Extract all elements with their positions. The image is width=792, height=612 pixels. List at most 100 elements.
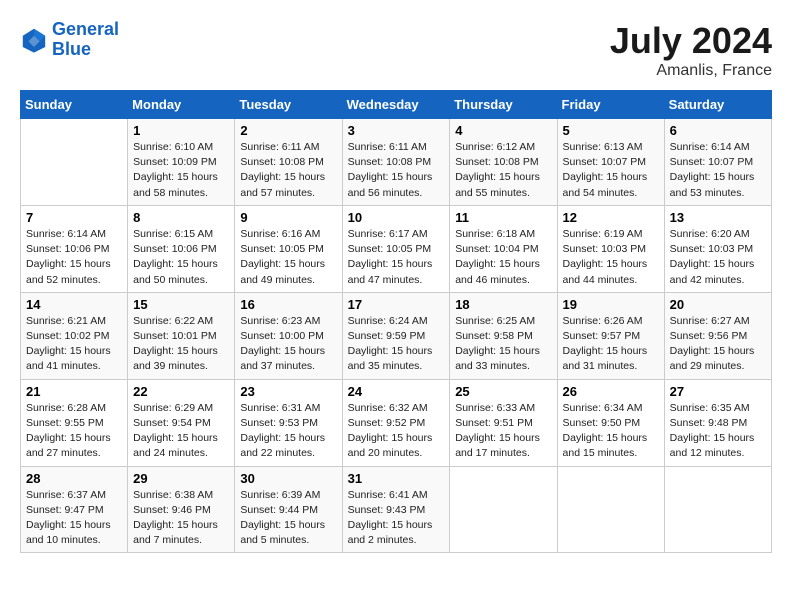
calendar-cell: 3 Sunrise: 6:11 AM Sunset: 10:08 PM Dayli…: [342, 119, 450, 206]
calendar-cell: 23Sunrise: 6:31 AM Sunset: 9:53 PM Dayli…: [235, 379, 342, 466]
logo: GeneralBlue: [20, 20, 119, 60]
day-number: 1: [133, 123, 229, 138]
day-info: Sunrise: 6:15 AM Sunset: 10:06 PM Daylig…: [133, 227, 229, 288]
day-number: 10: [348, 210, 445, 225]
day-info: Sunrise: 6:14 AM Sunset: 10:07 PM Daylig…: [670, 140, 766, 201]
day-number: 3: [348, 123, 445, 138]
day-info: Sunrise: 6:28 AM Sunset: 9:55 PM Dayligh…: [26, 401, 122, 462]
day-info: Sunrise: 6:18 AM Sunset: 10:04 PM Daylig…: [455, 227, 551, 288]
calendar-cell: 25Sunrise: 6:33 AM Sunset: 9:51 PM Dayli…: [450, 379, 557, 466]
day-info: Sunrise: 6:21 AM Sunset: 10:02 PM Daylig…: [26, 314, 122, 375]
calendar-cell: [450, 466, 557, 553]
day-number: 14: [26, 297, 122, 312]
day-number: 21: [26, 384, 122, 399]
calendar-cell: [557, 466, 664, 553]
day-number: 24: [348, 384, 445, 399]
page-header: GeneralBlue July 2024 Amanlis, France: [20, 20, 772, 80]
calendar-table: SundayMondayTuesdayWednesdayThursdayFrid…: [20, 90, 772, 553]
day-info: Sunrise: 6:32 AM Sunset: 9:52 PM Dayligh…: [348, 401, 445, 462]
calendar-cell: 10 Sunrise: 6:17 AM Sunset: 10:05 PM Dayl…: [342, 205, 450, 292]
day-number: 15: [133, 297, 229, 312]
header-sunday: Sunday: [21, 91, 128, 119]
logo-icon: [20, 26, 48, 54]
month-title: July 2024: [610, 20, 772, 62]
day-number: 16: [240, 297, 336, 312]
day-number: 20: [670, 297, 766, 312]
calendar-cell: [21, 119, 128, 206]
title-block: July 2024 Amanlis, France: [610, 20, 772, 80]
day-info: Sunrise: 6:12 AM Sunset: 10:08 PM Daylig…: [455, 140, 551, 201]
day-number: 8: [133, 210, 229, 225]
calendar-cell: 6 Sunrise: 6:14 AM Sunset: 10:07 PM Dayli…: [664, 119, 771, 206]
day-number: 17: [348, 297, 445, 312]
day-info: Sunrise: 6:25 AM Sunset: 9:58 PM Dayligh…: [455, 314, 551, 375]
calendar-cell: 30Sunrise: 6:39 AM Sunset: 9:44 PM Dayli…: [235, 466, 342, 553]
day-info: Sunrise: 6:19 AM Sunset: 10:03 PM Daylig…: [563, 227, 659, 288]
day-info: Sunrise: 6:26 AM Sunset: 9:57 PM Dayligh…: [563, 314, 659, 375]
day-info: Sunrise: 6:34 AM Sunset: 9:50 PM Dayligh…: [563, 401, 659, 462]
week-row-1: 7 Sunrise: 6:14 AM Sunset: 10:06 PM Dayli…: [21, 205, 772, 292]
calendar-cell: 28 Sunrise: 6:37 AM Sunset: 9:47 PM Dayli…: [21, 466, 128, 553]
day-number: 19: [563, 297, 659, 312]
calendar-cell: 17 Sunrise: 6:24 AM Sunset: 9:59 PM Dayli…: [342, 292, 450, 379]
day-info: Sunrise: 6:14 AM Sunset: 10:06 PM Daylig…: [26, 227, 122, 288]
day-number: 2: [240, 123, 336, 138]
header-wednesday: Wednesday: [342, 91, 450, 119]
day-number: 4: [455, 123, 551, 138]
header-saturday: Saturday: [664, 91, 771, 119]
day-number: 7: [26, 210, 122, 225]
day-info: Sunrise: 6:11 AM Sunset: 10:08 PM Daylig…: [240, 140, 336, 201]
week-row-4: 28 Sunrise: 6:37 AM Sunset: 9:47 PM Dayli…: [21, 466, 772, 553]
calendar-cell: 4 Sunrise: 6:12 AM Sunset: 10:08 PM Dayli…: [450, 119, 557, 206]
calendar-cell: 16Sunrise: 6:23 AM Sunset: 10:00 PM Dayl…: [235, 292, 342, 379]
week-row-2: 14 Sunrise: 6:21 AM Sunset: 10:02 PM Dayl…: [21, 292, 772, 379]
calendar-cell: 18 Sunrise: 6:25 AM Sunset: 9:58 PM Dayli…: [450, 292, 557, 379]
day-number: 22: [133, 384, 229, 399]
day-info: Sunrise: 6:24 AM Sunset: 9:59 PM Dayligh…: [348, 314, 445, 375]
header-friday: Friday: [557, 91, 664, 119]
calendar-cell: 5Sunrise: 6:13 AM Sunset: 10:07 PM Dayli…: [557, 119, 664, 206]
day-number: 13: [670, 210, 766, 225]
day-info: Sunrise: 6:13 AM Sunset: 10:07 PM Daylig…: [563, 140, 659, 201]
day-info: Sunrise: 6:11 AM Sunset: 10:08 PM Daylig…: [348, 140, 445, 201]
day-info: Sunrise: 6:16 AM Sunset: 10:05 PM Daylig…: [240, 227, 336, 288]
calendar-cell: 31 Sunrise: 6:41 AM Sunset: 9:43 PM Dayli…: [342, 466, 450, 553]
day-info: Sunrise: 6:37 AM Sunset: 9:47 PM Dayligh…: [26, 488, 122, 549]
calendar-cell: 20 Sunrise: 6:27 AM Sunset: 9:56 PM Dayli…: [664, 292, 771, 379]
week-row-3: 21 Sunrise: 6:28 AM Sunset: 9:55 PM Dayli…: [21, 379, 772, 466]
day-info: Sunrise: 6:29 AM Sunset: 9:54 PM Dayligh…: [133, 401, 229, 462]
day-info: Sunrise: 6:20 AM Sunset: 10:03 PM Daylig…: [670, 227, 766, 288]
header-thursday: Thursday: [450, 91, 557, 119]
day-number: 30: [240, 471, 336, 486]
location: Amanlis, France: [610, 62, 772, 80]
calendar-cell: 9 Sunrise: 6:16 AM Sunset: 10:05 PM Dayli…: [235, 205, 342, 292]
day-number: 29: [133, 471, 229, 486]
day-number: 28: [26, 471, 122, 486]
header-row: SundayMondayTuesdayWednesdayThursdayFrid…: [21, 91, 772, 119]
calendar-cell: 24 Sunrise: 6:32 AM Sunset: 9:52 PM Dayli…: [342, 379, 450, 466]
calendar-cell: 1 Sunrise: 6:10 AM Sunset: 10:09 PM Dayli…: [128, 119, 235, 206]
day-number: 9: [240, 210, 336, 225]
day-number: 12: [563, 210, 659, 225]
calendar-cell: 27Sunrise: 6:35 AM Sunset: 9:48 PM Dayli…: [664, 379, 771, 466]
calendar-cell: 7 Sunrise: 6:14 AM Sunset: 10:06 PM Dayli…: [21, 205, 128, 292]
day-number: 27: [670, 384, 766, 399]
day-info: Sunrise: 6:27 AM Sunset: 9:56 PM Dayligh…: [670, 314, 766, 375]
calendar-cell: [664, 466, 771, 553]
day-number: 11: [455, 210, 551, 225]
day-number: 31: [348, 471, 445, 486]
header-monday: Monday: [128, 91, 235, 119]
day-info: Sunrise: 6:31 AM Sunset: 9:53 PM Dayligh…: [240, 401, 336, 462]
calendar-cell: 22 Sunrise: 6:29 AM Sunset: 9:54 PM Dayli…: [128, 379, 235, 466]
day-info: Sunrise: 6:17 AM Sunset: 10:05 PM Daylig…: [348, 227, 445, 288]
day-info: Sunrise: 6:10 AM Sunset: 10:09 PM Daylig…: [133, 140, 229, 201]
calendar-cell: 26Sunrise: 6:34 AM Sunset: 9:50 PM Dayli…: [557, 379, 664, 466]
day-number: 18: [455, 297, 551, 312]
day-info: Sunrise: 6:22 AM Sunset: 10:01 PM Daylig…: [133, 314, 229, 375]
calendar-cell: 14 Sunrise: 6:21 AM Sunset: 10:02 PM Dayl…: [21, 292, 128, 379]
logo-text: GeneralBlue: [52, 20, 119, 60]
calendar-cell: 2 Sunrise: 6:11 AM Sunset: 10:08 PM Dayli…: [235, 119, 342, 206]
calendar-cell: 29Sunrise: 6:38 AM Sunset: 9:46 PM Dayli…: [128, 466, 235, 553]
day-number: 6: [670, 123, 766, 138]
day-info: Sunrise: 6:41 AM Sunset: 9:43 PM Dayligh…: [348, 488, 445, 549]
